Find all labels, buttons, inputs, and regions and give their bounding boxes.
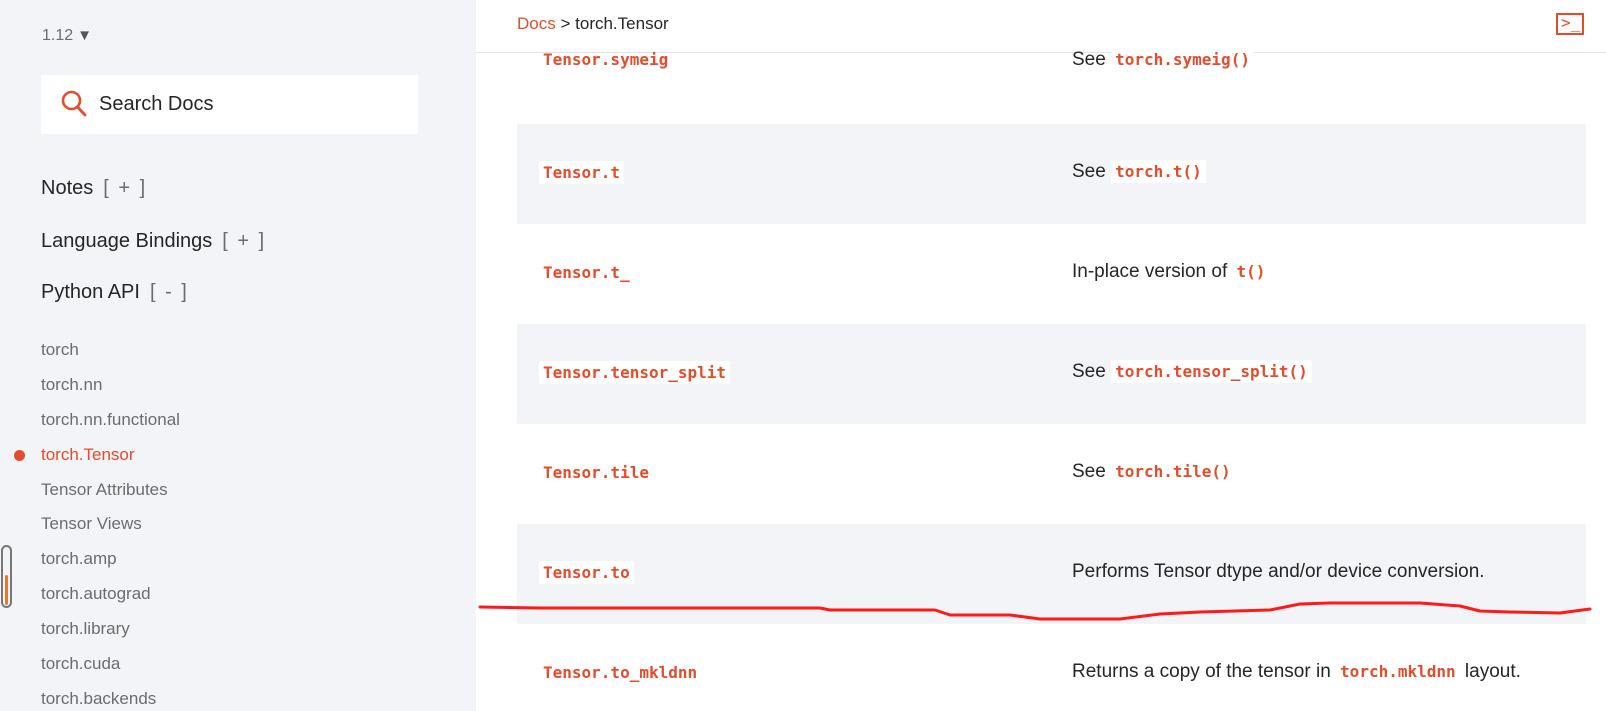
section-python-api[interactable]: Python API [ - ] (41, 281, 189, 304)
table-row: Tensor.to_mkldnn Returns a copy of the t… (517, 624, 1586, 711)
description-text: See (1072, 49, 1106, 70)
sidebar-item-torch-cuda[interactable]: torch.cuda (41, 654, 120, 674)
method-link[interactable]: torch.mkldnn (1336, 660, 1460, 683)
method-description: Returns a copy of the tensor in torch.mk… (1072, 661, 1521, 683)
section-label: Notes (41, 177, 94, 199)
method-name[interactable]: Tensor.tile (539, 461, 653, 484)
method-description: See torch.t() (1072, 160, 1206, 183)
version-label: 1.12 (42, 27, 74, 44)
method-description: See torch.symeig() (1072, 48, 1254, 71)
description-text: Returns a copy of the tensor in (1072, 661, 1331, 682)
section-language-bindings[interactable]: Language Bindings [ + ] (41, 230, 266, 253)
method-link[interactable]: torch.symeig() (1111, 48, 1254, 71)
collapse-toggle[interactable]: [ - ] (150, 281, 189, 303)
description-text: See (1072, 161, 1106, 182)
description-text: Performs Tensor dtype and/or device conv… (1072, 561, 1485, 582)
sidebar-item-torch-tensor[interactable]: torch.Tensor (41, 445, 135, 465)
version-selector[interactable]: 1.12 ▼ (42, 27, 92, 45)
expand-toggle[interactable]: [ + ] (222, 230, 266, 252)
sidebar: 1.12 ▼ Search Docs Notes [ + ] Language Bi… (0, 0, 476, 711)
method-name[interactable]: Tensor.to_mkldnn (539, 661, 701, 684)
search-placeholder: Search Docs (99, 93, 214, 115)
scrollbar-thumb[interactable] (5, 575, 8, 605)
table-row: Tensor.symeig See torch.symeig() (517, 27, 1586, 127)
section-label: Language Bindings (41, 230, 213, 252)
method-description: See torch.tensor_split() (1072, 360, 1312, 383)
sidebar-item-torch-nn[interactable]: torch.nn (41, 375, 102, 395)
table-row: Tensor.t_ In-place version of t() (517, 224, 1586, 324)
expand-toggle[interactable]: [ + ] (103, 177, 147, 199)
method-description: Performs Tensor dtype and/or device conv… (1072, 561, 1485, 583)
section-label: Python API (41, 281, 140, 303)
method-link[interactable]: t() (1233, 260, 1270, 283)
method-name[interactable]: Tensor.t (539, 161, 625, 184)
table-row: Tensor.tensor_split See torch.tensor_spl… (517, 324, 1586, 424)
sidebar-item-tensor-views[interactable]: Tensor Views (41, 514, 142, 534)
sidebar-item-torch-library[interactable]: torch.library (41, 619, 130, 639)
sidebar-scrollbar[interactable] (1, 545, 12, 608)
description-text: See (1072, 461, 1106, 482)
table-row: Tensor.tile See torch.tile() (517, 424, 1586, 524)
search-icon (61, 90, 87, 117)
sidebar-item-torch-amp[interactable]: torch.amp (41, 549, 117, 569)
section-notes[interactable]: Notes [ + ] (41, 177, 147, 200)
method-description: See torch.tile() (1072, 461, 1235, 483)
sidebar-item-torch-nn-functional[interactable]: torch.nn.functional (41, 410, 180, 430)
sidebar-item-tensor-attributes[interactable]: Tensor Attributes (41, 480, 168, 500)
description-text: In-place version of (1072, 261, 1228, 282)
sidebar-item-torch-backends[interactable]: torch.backends (41, 689, 156, 709)
method-name[interactable]: Tensor.symeig (539, 48, 672, 71)
method-name[interactable]: Tensor.to (539, 561, 634, 584)
active-indicator-dot (14, 450, 25, 461)
method-name[interactable]: Tensor.tensor_split (539, 361, 731, 384)
method-link[interactable]: torch.tensor_split() (1111, 360, 1312, 383)
description-text: See (1072, 361, 1106, 382)
search-input[interactable]: Search Docs (41, 75, 418, 134)
description-text-suffix: layout. (1464, 661, 1521, 682)
sidebar-item-torch[interactable]: torch (41, 340, 79, 360)
method-description: In-place version of t() (1072, 261, 1269, 283)
table-row: Tensor.to Performs Tensor dtype and/or d… (517, 524, 1586, 624)
method-link[interactable]: torch.tile() (1111, 460, 1235, 483)
method-link[interactable]: torch.t() (1111, 160, 1206, 183)
method-name[interactable]: Tensor.t_ (539, 261, 634, 284)
sidebar-item-torch-autograd[interactable]: torch.autograd (41, 584, 151, 604)
table-row: Tensor.t See torch.t() (517, 124, 1586, 224)
chevron-down-icon: ▼ (77, 27, 92, 44)
